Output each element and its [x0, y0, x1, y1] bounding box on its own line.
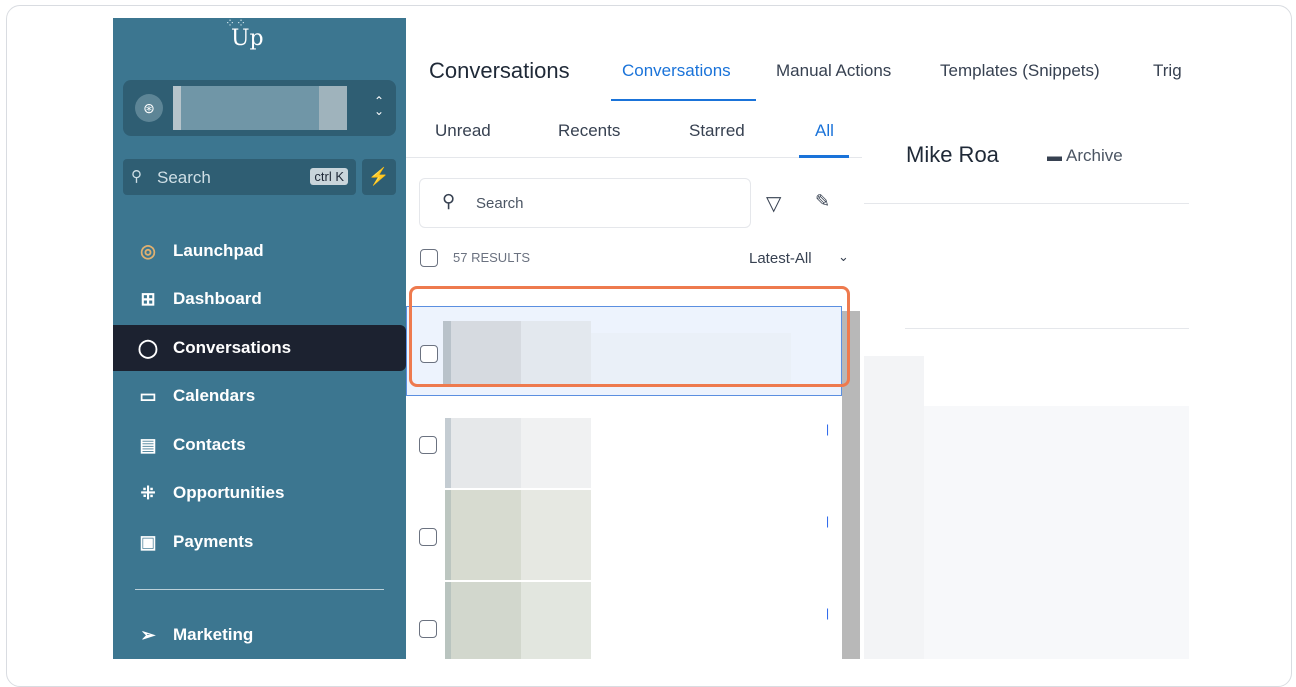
redacted-content: [451, 582, 521, 659]
tabs-divider: [406, 157, 862, 158]
tab-conversations[interactable]: Conversations: [622, 61, 731, 81]
sidebar-item-label: Contacts: [173, 435, 246, 454]
quick-actions-button[interactable]: ⚡: [362, 159, 396, 195]
sidebar-item-marketing[interactable]: ➢ Marketing: [113, 612, 406, 658]
archive-label: Archive: [1066, 146, 1123, 165]
bolt-icon: ⚡: [368, 167, 390, 186]
tab-templates[interactable]: Templates (Snippets): [940, 61, 1100, 81]
top-bar: Conversations Conversations Manual Actio…: [406, 18, 1189, 107]
sidebar: ⁘⁘ Up ⊛ ⌃ ⌄ ⚲ Search ctrl K ⚡ ◎ Launchpad…: [113, 18, 406, 659]
tab-unread[interactable]: Unread: [435, 121, 491, 141]
sidebar-item-dashboard[interactable]: ⊞ Dashboard: [113, 276, 406, 322]
logo: ⁘⁘ Up: [225, 18, 264, 51]
location-name-redacted: [173, 86, 181, 130]
location-switcher[interactable]: ⊛ ⌃ ⌄: [123, 80, 396, 136]
launchpad-icon: ◎: [140, 240, 156, 261]
sidebar-item-label: Payments: [173, 532, 254, 551]
sidebar-item-opportunities[interactable]: ⁜ Opportunities: [113, 470, 406, 516]
redacted-content: [521, 321, 591, 385]
logo-rays-icon: ⁘⁘: [225, 18, 248, 30]
sidebar-item-calendars[interactable]: ▭ Calendars: [113, 373, 406, 419]
archive-button[interactable]: ▬ Archive: [1047, 146, 1123, 166]
list-item[interactable]: |: [406, 398, 842, 488]
redacted-content: [924, 406, 1189, 659]
redacted-content: [521, 582, 591, 659]
sidebar-divider: [135, 589, 384, 590]
sidebar-item-launchpad[interactable]: ◎ Launchpad: [113, 228, 406, 274]
unread-marker: |: [826, 514, 830, 528]
active-subtab-indicator: [799, 155, 849, 158]
row-checkbox[interactable]: [419, 620, 437, 638]
compose-icon[interactable]: ✎: [815, 191, 830, 212]
list-item[interactable]: |: [406, 582, 842, 659]
redacted-content: [451, 490, 521, 580]
redacted-content: [451, 418, 521, 488]
row-checkbox[interactable]: [419, 528, 437, 546]
sidebar-item-label: Calendars: [173, 386, 256, 405]
sidebar-item-contacts[interactable]: ▤ Contacts: [113, 422, 406, 468]
tab-manual-actions[interactable]: Manual Actions: [776, 61, 891, 81]
app: ⁘⁘ Up ⊛ ⌃ ⌄ ⚲ Search ctrl K ⚡ ◎ Launchpad…: [113, 18, 1189, 659]
sidebar-item-label: Dashboard: [173, 289, 262, 308]
detail-divider: [864, 203, 1189, 204]
sidebar-item-label: Conversations: [173, 338, 292, 357]
contacts-icon: ▤: [139, 434, 157, 455]
search-icon: ⚲: [442, 191, 456, 211]
location-icon: ⊛: [135, 94, 163, 122]
contact-name: Mike Roa: [906, 142, 999, 167]
redacted-content: [521, 418, 591, 488]
search-icon: ⚲: [131, 168, 142, 185]
calendar-icon: ▭: [139, 385, 157, 406]
row-checkbox[interactable]: [419, 436, 437, 454]
list-item[interactable]: |: [406, 490, 842, 580]
tab-recents[interactable]: Recents: [558, 121, 620, 141]
payments-icon: ▣: [139, 531, 157, 552]
page-title: Conversations: [429, 58, 570, 83]
tab-triggers[interactable]: Trig: [1153, 61, 1182, 81]
unread-marker: |: [826, 422, 830, 436]
location-name-redacted: [181, 86, 319, 130]
shortcut-badge: ctrl K: [310, 168, 348, 185]
conversation-list-panel: Unread Recents Starred All ⚲ Search ▽ ✎ …: [406, 106, 865, 659]
redacted-content: [521, 490, 591, 580]
tab-all[interactable]: All: [815, 121, 834, 141]
redacted-content: [591, 333, 791, 385]
select-all-checkbox[interactable]: [420, 249, 438, 267]
sidebar-item-label: Opportunities: [173, 483, 285, 502]
sidebar-search[interactable]: ⚲ Search ctrl K: [123, 159, 356, 195]
tab-starred[interactable]: Starred: [689, 121, 745, 141]
folder-icon: ▬: [1047, 148, 1062, 165]
sidebar-item-label: Marketing: [173, 625, 254, 644]
conversation-detail-panel: Mike Roa ▬ Archive: [864, 106, 1189, 659]
list-scrollbar[interactable]: [842, 311, 860, 659]
sidebar-search-placeholder: Search: [157, 168, 211, 187]
chevron-up-down-icon: ⌃ ⌄: [373, 94, 384, 118]
sidebar-item-label: Launchpad: [173, 241, 264, 260]
sidebar-item-payments[interactable]: ▣ Payments: [113, 519, 406, 565]
redacted-content: [451, 321, 521, 385]
dashboard-icon: ⊞: [140, 288, 156, 309]
send-icon: ➢: [140, 624, 156, 645]
chat-icon: ◯: [137, 337, 159, 358]
sort-dropdown[interactable]: Latest-All: [749, 250, 812, 267]
unread-marker: |: [826, 606, 830, 620]
row-checkbox[interactable]: [420, 345, 438, 363]
detail-divider: [905, 328, 1189, 329]
conversation-search-input[interactable]: ⚲ Search: [419, 178, 751, 228]
filter-icon[interactable]: ▽: [766, 191, 781, 216]
results-count: 57 RESULTS: [453, 250, 531, 265]
search-placeholder: Search: [476, 195, 524, 212]
redacted-content: [443, 321, 451, 385]
location-name-redacted: [319, 86, 347, 130]
chevron-down-icon[interactable]: ⌄: [838, 249, 849, 265]
opportunities-icon: ⁜: [140, 482, 156, 503]
active-tab-indicator: [611, 99, 756, 101]
sidebar-item-conversations[interactable]: ◯ Conversations: [113, 325, 406, 371]
redacted-content: [864, 356, 924, 659]
list-item[interactable]: [406, 306, 842, 396]
